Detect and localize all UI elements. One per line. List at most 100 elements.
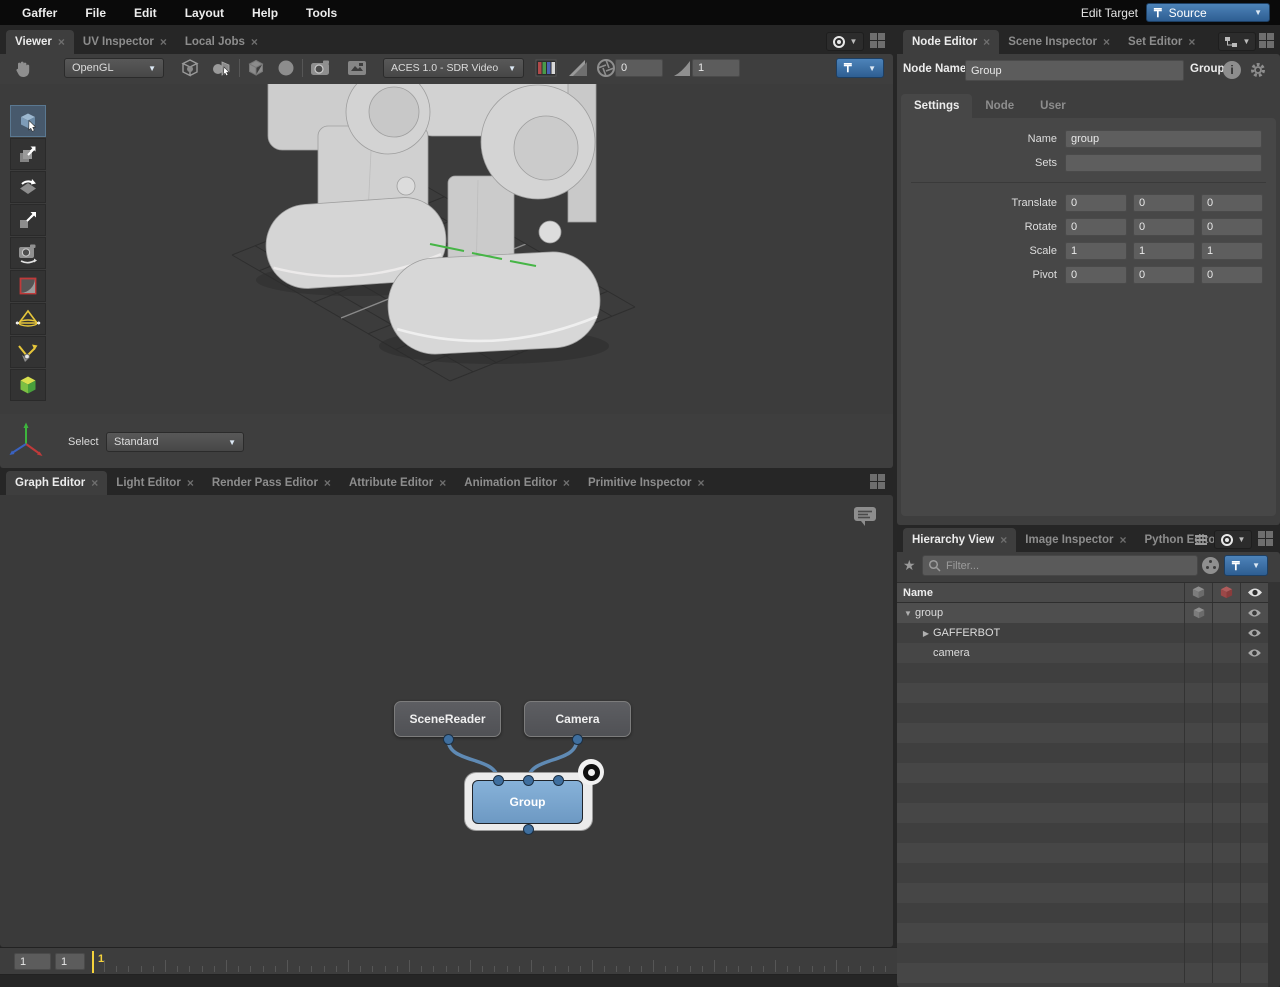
tab-node-editor[interactable]: Node Editor ×	[903, 30, 1000, 54]
node-camera[interactable]: Camera	[524, 701, 631, 737]
inclusions-column-header[interactable]	[1184, 583, 1212, 602]
tab-image-inspector[interactable]: Image Inspector ×	[1016, 528, 1135, 552]
group-output-port[interactable]	[523, 824, 534, 835]
layout-grid-icon[interactable]	[870, 474, 886, 490]
tree-collapse-icon[interactable]: ▶	[919, 629, 933, 638]
camera-icon[interactable]	[309, 58, 333, 78]
shading-sphere-icon[interactable]	[276, 58, 296, 78]
translate-x-input[interactable]	[1065, 194, 1127, 212]
scale-z-input[interactable]	[1201, 242, 1263, 260]
close-icon[interactable]: ×	[187, 476, 194, 490]
node-name-input[interactable]	[965, 60, 1184, 81]
bounding-box-icon[interactable]	[180, 58, 200, 78]
layout-grid-icon[interactable]	[1258, 531, 1274, 547]
filter-input[interactable]	[946, 559, 1166, 572]
shaded-objects-icon[interactable]	[211, 58, 233, 78]
close-icon[interactable]: ×	[1103, 35, 1110, 49]
menu-layout[interactable]: Layout	[173, 6, 236, 20]
layout-grid-icon[interactable]	[1259, 33, 1275, 49]
menu-edit[interactable]: Edit	[122, 6, 169, 20]
tree-expand-icon[interactable]: ▼	[901, 609, 915, 618]
close-icon[interactable]: ×	[563, 476, 570, 490]
tab-render-pass-editor[interactable]: Render Pass Editor ×	[203, 471, 340, 495]
close-icon[interactable]: ×	[697, 476, 704, 490]
scale-tool-button[interactable]	[10, 204, 46, 236]
tab-attribute-editor[interactable]: Attribute Editor ×	[340, 471, 455, 495]
close-icon[interactable]: ×	[160, 35, 167, 49]
display-transform-dropdown[interactable]: ACES 1.0 - SDR Video ▼	[383, 58, 524, 78]
tab-graph-editor[interactable]: Graph Editor ×	[6, 471, 108, 495]
tab-viewer[interactable]: Viewer ×	[6, 30, 74, 54]
playhead[interactable]	[92, 951, 94, 973]
tab-hierarchy-view[interactable]: Hierarchy View ×	[903, 528, 1017, 552]
hierarchy-row-camera[interactable]: • camera	[897, 643, 1268, 663]
gear-icon[interactable]	[1249, 61, 1267, 79]
renderer-dropdown[interactable]: OpenGL ▼	[64, 58, 164, 78]
focus-icon[interactable]	[578, 759, 604, 785]
subtab-node[interactable]: Node	[972, 94, 1027, 118]
close-icon[interactable]: ×	[58, 35, 65, 49]
close-icon[interactable]: ×	[251, 35, 258, 49]
group-input-port-0[interactable]	[493, 775, 504, 786]
node-group[interactable]: Group	[472, 780, 583, 824]
render-view-icon[interactable]	[346, 58, 368, 78]
visibility-column-header[interactable]	[1240, 583, 1268, 602]
camera-tool-button[interactable]	[10, 237, 46, 269]
close-icon[interactable]: ×	[983, 35, 990, 49]
group-input-port-1[interactable]	[523, 775, 534, 786]
hierarchy-edit-scope-dropdown[interactable]: ₸ ▼	[1224, 555, 1268, 576]
rotate-y-input[interactable]	[1133, 218, 1195, 236]
scale-x-input[interactable]	[1065, 242, 1127, 260]
menu-tools[interactable]: Tools	[294, 6, 349, 20]
exclusions-cell[interactable]	[1212, 643, 1240, 663]
pan-hand-icon[interactable]	[13, 59, 33, 79]
translate-z-input[interactable]	[1201, 194, 1263, 212]
hierarchy-row-group[interactable]: ▼ group	[897, 603, 1268, 623]
camera-output-port[interactable]	[572, 734, 583, 745]
inclusions-cell[interactable]	[1184, 643, 1212, 663]
translate-tool-button[interactable]	[10, 138, 46, 170]
tab-animation-editor[interactable]: Animation Editor ×	[455, 471, 579, 495]
exposure-icon[interactable]	[567, 58, 589, 78]
scale-y-input[interactable]	[1133, 242, 1195, 260]
hierarchy-scrollbar[interactable]	[1268, 582, 1280, 987]
menu-help[interactable]: Help	[240, 6, 290, 20]
list-menu-icon[interactable]	[1194, 534, 1208, 546]
visibility-cell[interactable]	[1240, 603, 1268, 623]
layout-grid-icon[interactable]	[870, 33, 886, 49]
close-icon[interactable]: ×	[1000, 533, 1007, 547]
hierarchy-row-gafferbot[interactable]: ▶ GAFFERBOT	[897, 623, 1268, 643]
close-icon[interactable]: ×	[439, 476, 446, 490]
visibility-cell[interactable]	[1240, 623, 1268, 643]
pivot-y-input[interactable]	[1133, 266, 1195, 284]
inclusions-cell[interactable]	[1184, 623, 1212, 643]
viewport-3d[interactable]	[0, 84, 893, 414]
filter-input-wrap[interactable]	[922, 555, 1198, 576]
rotate-z-input[interactable]	[1201, 218, 1263, 236]
name-field-input[interactable]	[1065, 130, 1262, 148]
subtab-settings[interactable]: Settings	[901, 94, 973, 118]
hierarchy-focus-menu[interactable]: ▼	[1214, 530, 1252, 549]
channels-icon[interactable]	[535, 58, 557, 78]
pivot-z-input[interactable]	[1201, 266, 1263, 284]
wireframe-cube-icon[interactable]	[246, 58, 266, 78]
rotate-x-input[interactable]	[1065, 218, 1127, 236]
group-input-port-2[interactable]	[553, 775, 564, 786]
close-icon[interactable]: ×	[1188, 35, 1195, 49]
star-icon[interactable]: ★	[903, 557, 916, 574]
inclusions-cell[interactable]	[1184, 603, 1212, 623]
close-icon[interactable]: ×	[324, 476, 331, 490]
subtab-user[interactable]: User	[1027, 94, 1079, 118]
light-position-tool-button[interactable]	[10, 336, 46, 368]
rotate-tool-button[interactable]	[10, 171, 46, 203]
tab-scene-inspector[interactable]: Scene Inspector ×	[999, 30, 1119, 54]
pivot-x-input[interactable]	[1065, 266, 1127, 284]
tab-set-editor[interactable]: Set Editor ×	[1119, 30, 1204, 54]
node-scenereader[interactable]: SceneReader	[394, 701, 501, 737]
tab-primitive-inspector[interactable]: Primitive Inspector ×	[579, 471, 714, 495]
viewer-edit-scope-dropdown[interactable]: ₸ ▼	[836, 58, 884, 78]
info-icon[interactable]: i	[1223, 61, 1241, 79]
node-editor-follow-menu[interactable]: ▼	[1218, 32, 1256, 51]
visualiser-tool-button[interactable]	[10, 369, 46, 401]
visibility-cell[interactable]	[1240, 643, 1268, 663]
